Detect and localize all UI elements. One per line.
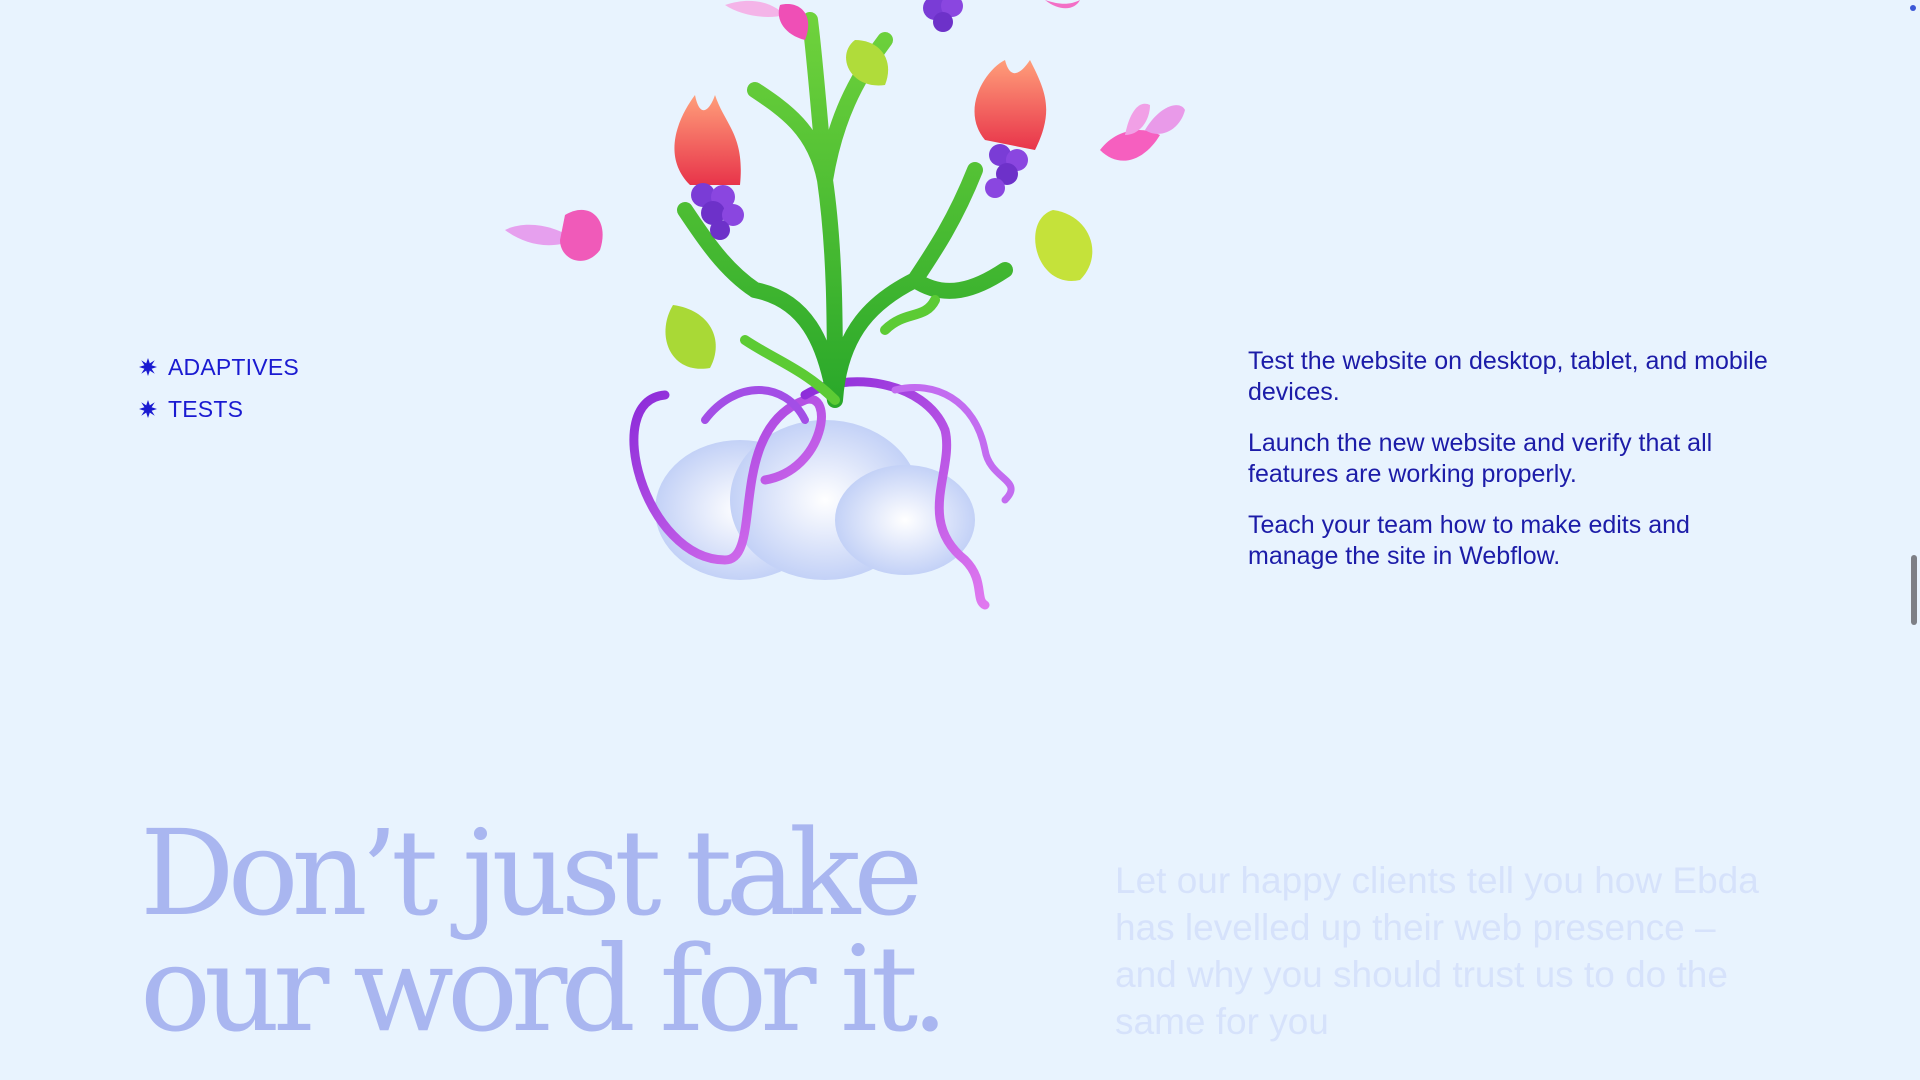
- feature-label: ADAPTIVES: [168, 353, 299, 380]
- scrollbar-thumb[interactable]: [1911, 555, 1917, 625]
- indicator-dot: [1910, 5, 1916, 11]
- description-paragraph: Launch the new website and verify that a…: [1248, 429, 1713, 488]
- feature-item-adaptives: ADAPTIVES: [139, 346, 299, 388]
- description-paragraph: Test the website on desktop, tablet, and…: [1248, 347, 1768, 406]
- headline-line: Don’t just take: [140, 804, 923, 942]
- headline-line: our word for it.: [140, 920, 949, 1058]
- testimonials-headline: Don’t just take our word for it.: [140, 804, 949, 1058]
- descriptions: Test the website on desktop, tablet, and…: [1248, 346, 1768, 592]
- starburst-icon: [139, 400, 157, 418]
- feature-item-tests: TESTS: [139, 388, 299, 430]
- testimonials-subcopy: Let our happy clients tell you how Ebda …: [1115, 860, 1759, 1042]
- feature-label: TESTS: [168, 395, 244, 422]
- feature-list: ADAPTIVES TESTS: [139, 346, 299, 430]
- starburst-icon: [139, 358, 157, 376]
- page: ADAPTIVES TESTS Test the website on desk…: [0, 0, 1920, 1080]
- description-paragraph: Teach your team how to make edits and ma…: [1248, 511, 1690, 570]
- floral-sculpture-illustration: [505, 0, 1185, 610]
- scrollbar[interactable]: [1906, 0, 1920, 1080]
